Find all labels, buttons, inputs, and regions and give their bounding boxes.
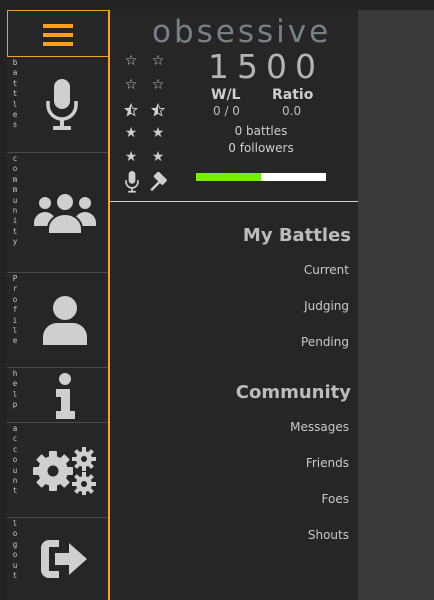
link-friends[interactable]: Friends (306, 456, 349, 470)
link-current[interactable]: Current (304, 263, 349, 277)
star-empty-icon: ☆ (151, 53, 165, 69)
sidebar-letter: l (12, 389, 18, 399)
sidebar-letter: a (12, 424, 18, 433)
link-pending[interactable]: Pending (301, 335, 349, 349)
link-foes[interactable]: Foes (322, 492, 349, 506)
sidebar-item-community-label: community (11, 154, 19, 248)
sidebar-letter: t (12, 226, 18, 236)
link-shouts[interactable]: Shouts (308, 528, 349, 542)
sidebar-letter: l (12, 519, 18, 528)
sidebar-letter: l (12, 326, 18, 336)
sidebar-letter: e (12, 110, 18, 120)
gavel-icon (150, 171, 167, 192)
user-icon (43, 296, 87, 345)
sidebar-letter: u (12, 195, 18, 205)
username: obsessive (152, 14, 332, 50)
sidebar-letter: b (12, 58, 18, 67)
battles-count: 0 battles (234, 124, 288, 138)
wl-value: 0 / 0 (213, 104, 240, 118)
sidebar-item-account[interactable]: account (7, 423, 108, 518)
sidebar-letter: c (12, 434, 18, 444)
star-filled-icon: ★ (151, 125, 165, 141)
ratio-value: 0.0 (282, 104, 302, 118)
sidebar-item-community[interactable]: community (7, 153, 108, 273)
sidebar-letter: t (12, 89, 18, 99)
star-filled-icon: ★ (151, 149, 165, 165)
microphone-icon (46, 79, 78, 130)
gears-icon (33, 447, 96, 495)
info-icon (56, 373, 75, 419)
star-half-icon (124, 103, 138, 117)
sidebar-letter: P (12, 274, 18, 283)
sidebar-letter: g (12, 539, 18, 549)
wl-label: W/L (211, 87, 241, 103)
experience-bar-fill (196, 173, 261, 181)
sidebar-item-battles-label: battles (11, 58, 19, 131)
sidebar-item-battles[interactable]: battles (7, 57, 108, 153)
sidebar-letter: y (12, 237, 18, 247)
sidebar-letter: o (12, 529, 18, 539)
sidebar-item-profile-label: Profile (11, 274, 19, 347)
content-area (358, 10, 434, 600)
sidebar-letter: p (12, 400, 18, 410)
my-battles-title: My Battles (242, 225, 351, 246)
sign-out-icon (41, 540, 87, 578)
link-judging[interactable]: Judging (304, 299, 349, 313)
sidebar-item-profile[interactable]: Profile (7, 273, 108, 368)
star-filled-icon: ★ (124, 149, 138, 165)
star-empty-icon: ☆ (151, 77, 165, 93)
sidebar-letter: u (12, 465, 18, 475)
sidebar-letter: r (12, 284, 18, 294)
sidebar-letter: c (12, 444, 18, 454)
experience-bar (196, 173, 326, 181)
users-icon (34, 192, 96, 235)
sidebar-item-account-label: account (11, 424, 19, 497)
sidebar-letter: t (12, 486, 18, 496)
sidebar-letter: i (12, 216, 18, 226)
sidebar-letter: o (12, 294, 18, 304)
sidebar-letter: f (12, 305, 18, 315)
link-messages[interactable]: Messages (290, 420, 349, 434)
sidebar-item-help-label: help (11, 369, 19, 411)
sidebar-letter: i (12, 315, 18, 325)
sidebar-letter: l (12, 99, 18, 109)
sidebar-letter: u (12, 560, 18, 570)
sidebar-letter: e (12, 336, 18, 346)
sidebar-letter: o (12, 455, 18, 465)
sidebar-letter: n (12, 476, 18, 486)
hamburger-icon (43, 24, 73, 46)
community-title: Community (235, 382, 351, 403)
sidebar-letter: t (12, 78, 18, 88)
sidebar-letter: m (12, 174, 18, 184)
star-empty-icon: ☆ (124, 77, 138, 93)
followers-count: 0 followers (228, 141, 294, 155)
divider (110, 201, 358, 202)
sidebar-letter: a (12, 68, 18, 78)
star-empty-icon: ☆ (124, 53, 138, 69)
menu-button[interactable] (7, 10, 108, 57)
sidebar-letter: s (12, 120, 18, 130)
sidebar-item-help[interactable]: help (7, 368, 108, 423)
sidebar-letter: h (12, 369, 18, 378)
microphone-small-icon (125, 171, 139, 193)
sidebar-letter: c (12, 154, 18, 163)
sidebar-letter: t (12, 571, 18, 581)
ratio-label: Ratio (272, 87, 314, 103)
sidebar-letter: m (12, 185, 18, 195)
sidebar-letter: n (12, 206, 18, 216)
sidebar-letter: e (12, 379, 18, 389)
star-filled-icon: ★ (124, 125, 138, 141)
rating: 1500 (208, 47, 324, 86)
sidebar-nav: battles community Profile help a c c o u… (7, 10, 110, 600)
sidebar-letter: o (12, 550, 18, 560)
sidebar-letter: o (12, 164, 18, 174)
star-half-icon (151, 103, 165, 117)
sidebar-item-logout[interactable]: logout (7, 518, 108, 600)
sidebar-item-logout-label: logout (11, 519, 19, 581)
